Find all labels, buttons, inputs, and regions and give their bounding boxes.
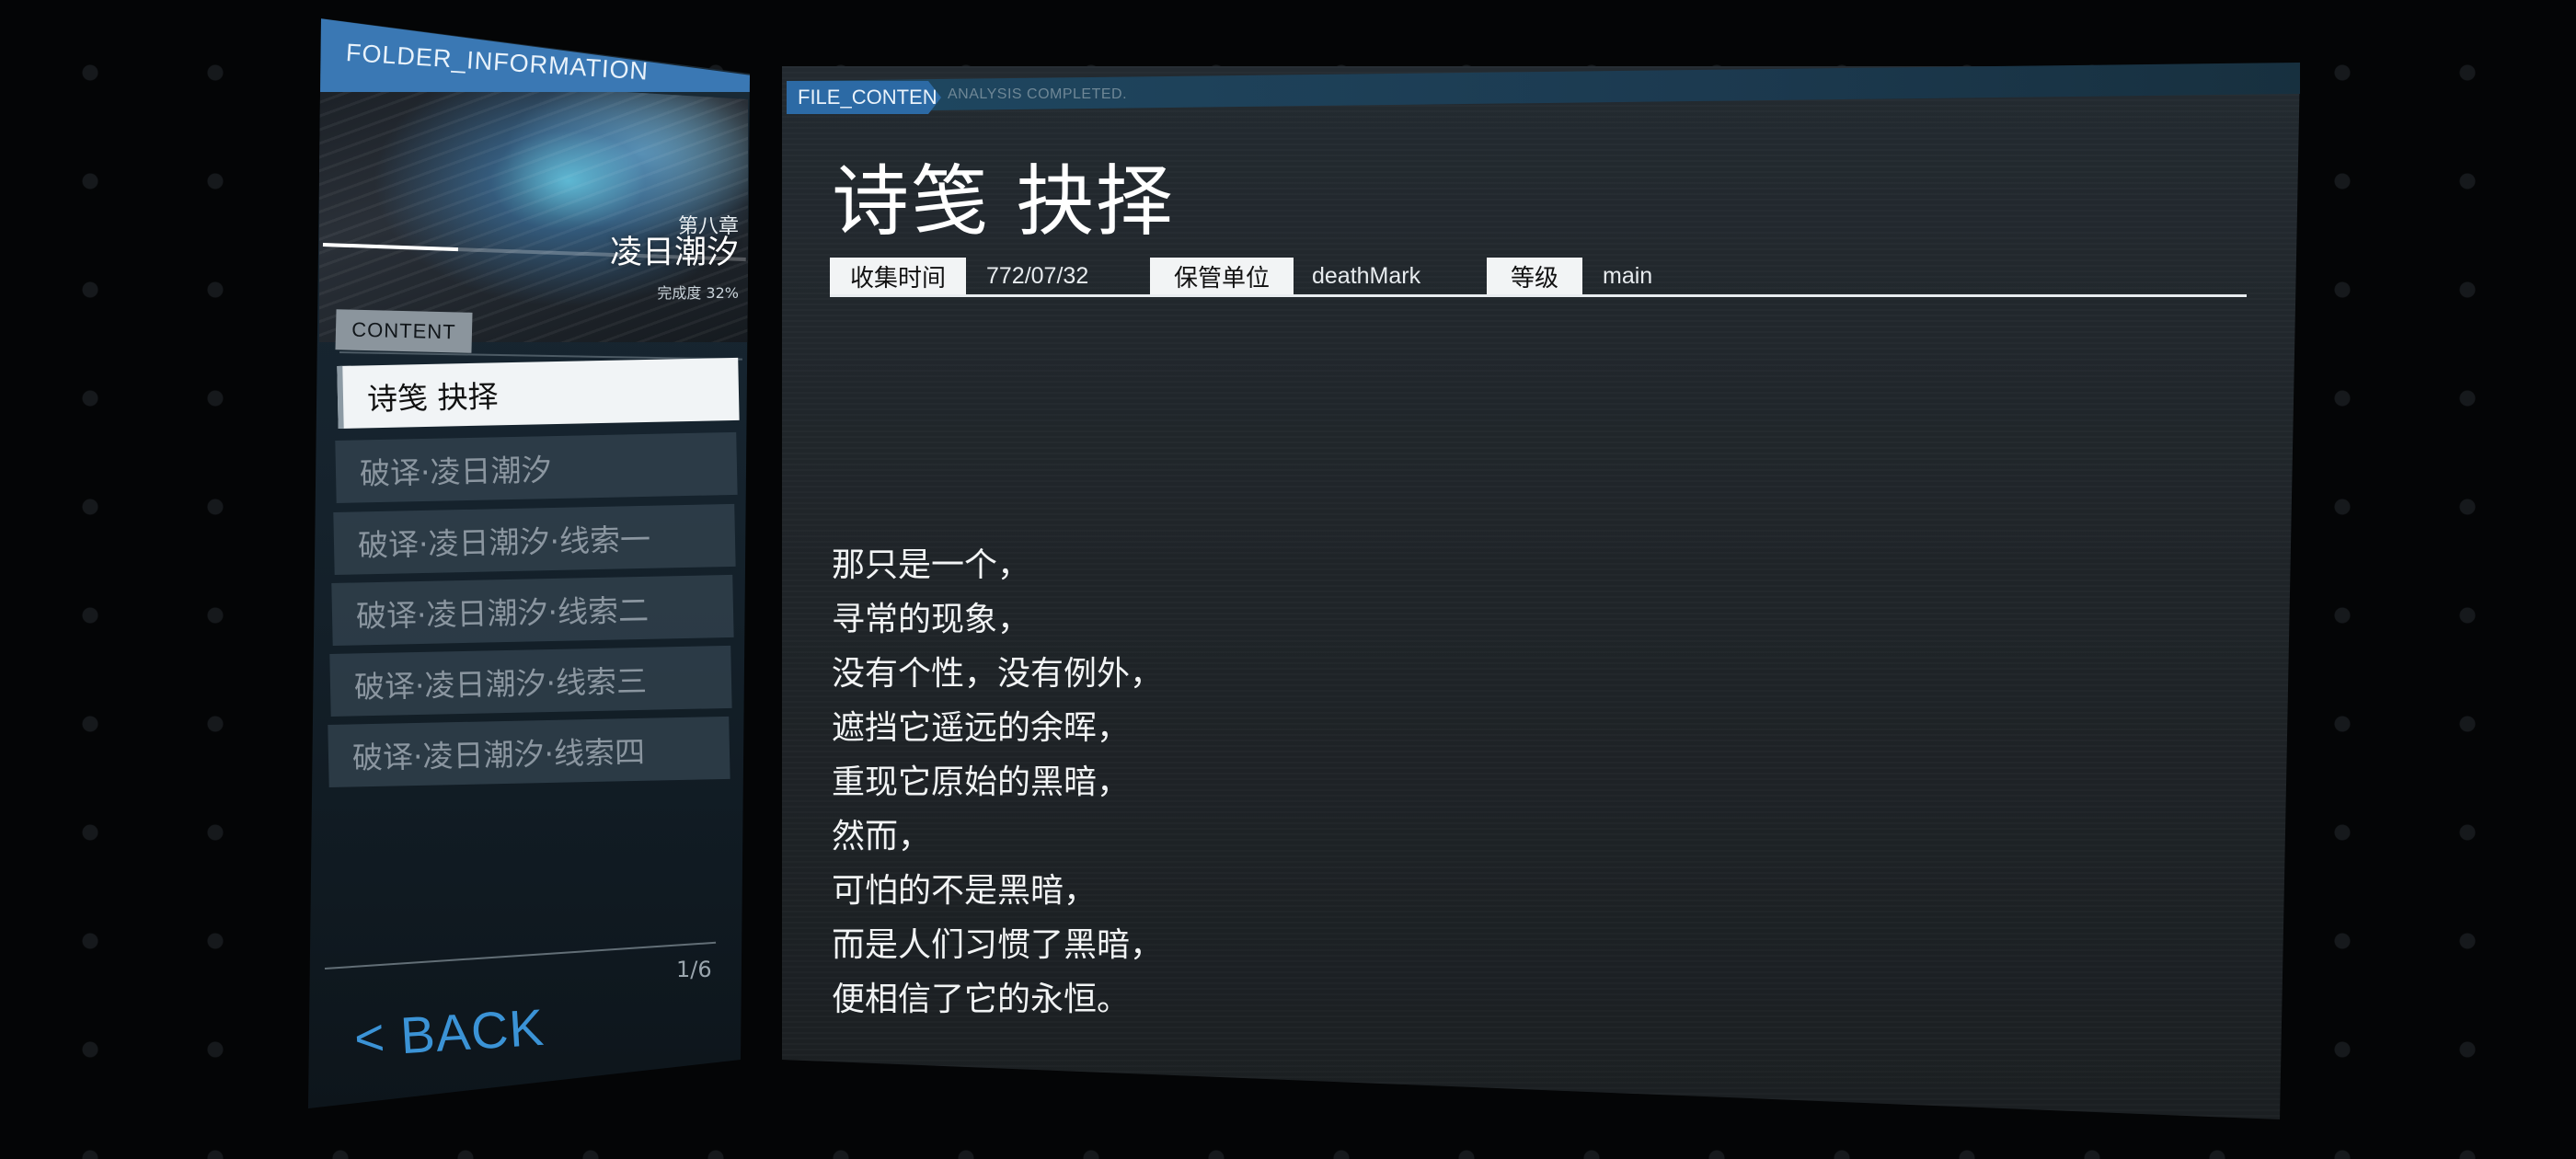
file-content-tag: FILE_CONTENT	[787, 81, 941, 114]
file-title: 诗笺 抉择	[832, 156, 1175, 247]
poem-line: 重现它原始的黑暗，	[832, 763, 1131, 801]
progress-label: 完成度 32%	[657, 284, 739, 302]
menu-item[interactable]: 破译·凌日潮汐	[335, 431, 738, 503]
menu-item[interactable]: 诗笺 抉择	[337, 357, 740, 429]
poem-line: 寻常的现象，	[832, 601, 1031, 638]
menu-item[interactable]: 破译·凌日潮汐·线索一	[333, 503, 736, 575]
menu-item[interactable]: 破译·凌日潮汐·线索二	[331, 574, 734, 646]
poem-line: 然而，	[832, 818, 932, 855]
menu-item[interactable]: 破译·凌日潮汐·线索四	[328, 716, 730, 787]
divider	[324, 941, 717, 970]
meta-underline	[830, 294, 2247, 297]
analysis-status: ANALYSIS COMPLETED.	[948, 86, 1128, 102]
collected-time-label: 收集时间	[830, 258, 966, 294]
poem-line: 那只是一个，	[832, 546, 1031, 584]
chapter-title: 凌日潮汐	[609, 235, 739, 271]
menu-item[interactable]: 破译·凌日潮汐·线索三	[329, 645, 732, 717]
poem-line: 可怕的不是黑暗，	[832, 872, 1098, 910]
file-meta-row: 收集时间 772/07/32 保管单位 deathMark 等级 main	[830, 258, 2247, 297]
custodian-value: deathMark	[1312, 262, 1421, 289]
folder-panel: FOLDER_INFORMATION 第八章 凌日潮汐 完成度 32% CONT…	[308, 18, 750, 1108]
collected-time-value: 772/07/32	[986, 262, 1089, 289]
page-indicator: 1/6	[676, 957, 712, 982]
poem-line: 而是人们习惯了黑暗，	[832, 926, 1164, 964]
back-button[interactable]: < BACK	[352, 997, 546, 1069]
custodian-label: 保管单位	[1150, 258, 1294, 294]
poem-line: 没有个性，没有例外，	[832, 655, 1164, 693]
poem-line: 遮挡它遥远的余晖，	[832, 709, 1131, 747]
level-value: main	[1603, 262, 1653, 289]
poem-line: 便相信了它的永恒。	[832, 981, 1131, 1018]
content-tab[interactable]: CONTENT	[335, 309, 473, 353]
poem-text: 那只是一个， 寻常的现象， 没有个性，没有例外， 遮挡它遥远的余晖， 重现它原始…	[832, 538, 1163, 1027]
level-label: 等级	[1487, 258, 1582, 294]
